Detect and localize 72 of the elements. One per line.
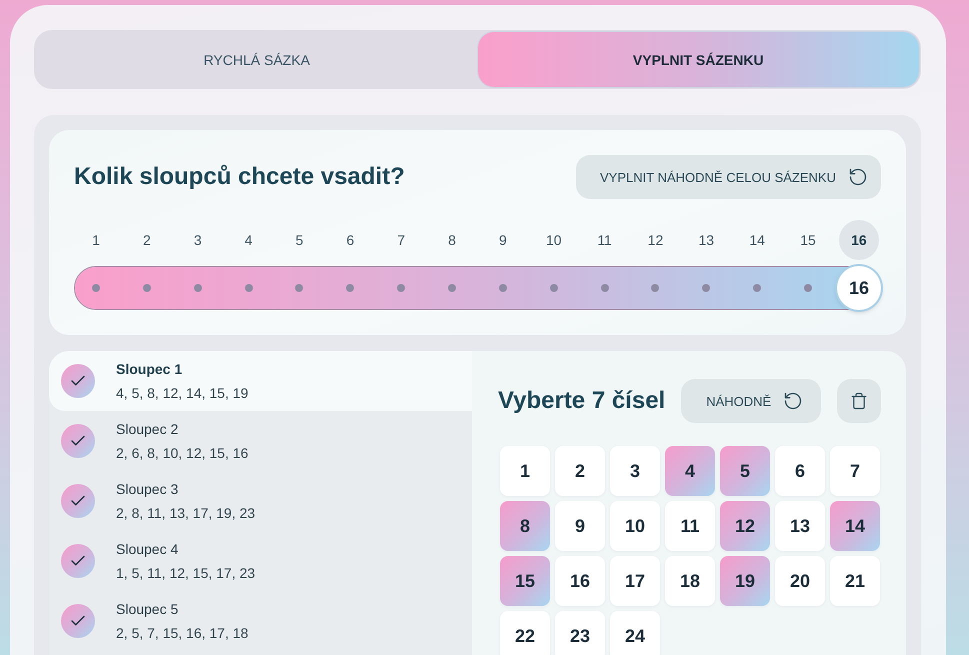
column-count-option[interactable]: 4	[228, 220, 269, 260]
column-title: Sloupec 5	[116, 600, 180, 618]
column-numbers: 4, 5, 8, 12, 14, 15, 19	[116, 384, 248, 402]
column-numbers: 1, 5, 11, 12, 15, 17, 23	[116, 564, 256, 582]
column-list-item[interactable]: Sloupec 3 2, 8, 11, 13, 17, 19, 23	[49, 471, 472, 531]
column-count-option[interactable]: 10	[534, 220, 574, 260]
tab[interactable]: RYCHLÁ SÁZKA	[36, 32, 478, 87]
delete-button[interactable]	[837, 379, 882, 423]
number-tile[interactable]: 20	[775, 556, 825, 606]
number-tile[interactable]: 6	[775, 446, 825, 496]
random-button[interactable]: NÁHODNĚ	[681, 379, 822, 423]
number-tile[interactable]: 15	[500, 556, 550, 606]
column-list-item[interactable]: Sloupec 1 4, 5, 8, 12, 14, 15, 19	[49, 351, 472, 411]
column-count-option[interactable]: 16	[838, 220, 879, 260]
column-count-option[interactable]: 12	[635, 220, 676, 260]
column-count-option[interactable]: 7	[381, 220, 422, 260]
number-tile[interactable]: 8	[500, 501, 550, 551]
number-tile[interactable]: 21	[830, 556, 880, 606]
column-count-option[interactable]: 6	[330, 220, 370, 260]
column-count-option[interactable]: 8	[432, 220, 472, 260]
number-tile[interactable]: 23	[555, 611, 605, 655]
checkbox[interactable]	[61, 544, 95, 578]
column-title: Sloupec 4	[116, 540, 180, 558]
random-fill-button[interactable]: VYPLNIT NÁHODNĚ CELOU SÁZENKU	[576, 155, 881, 199]
number-tile[interactable]: 7	[830, 446, 880, 496]
slider-track[interactable]: 16	[74, 266, 881, 310]
number-tile[interactable]: 19	[720, 556, 770, 606]
circular-arrow-icon	[783, 391, 804, 411]
section-title: Kolik sloupců chcete vsadit?	[74, 163, 405, 191]
section-title: Vyberte 7 čísel	[498, 387, 666, 415]
column-count-option[interactable]: 13	[686, 220, 726, 260]
number-tile[interactable]: 22	[500, 611, 550, 655]
number-tile[interactable]: 3	[610, 446, 660, 496]
column-title: Sloupec 1	[116, 360, 184, 378]
column-numbers: 2, 8, 11, 13, 17, 19, 23	[116, 504, 256, 522]
slider-thumb[interactable]: 16	[837, 266, 881, 310]
number-tile[interactable]: 9	[555, 501, 605, 551]
number-tile[interactable]: 24	[610, 611, 660, 655]
column-title: Sloupec 2	[116, 420, 180, 438]
column-count-option[interactable]: 3	[178, 220, 218, 260]
tab[interactable]: VYPLNIT SÁZENKU	[478, 32, 919, 87]
column-numbers: 2, 6, 8, 10, 12, 15, 16	[116, 444, 248, 462]
number-tile[interactable]: 14	[830, 501, 880, 551]
circular-arrow-icon	[848, 167, 868, 187]
checkbox[interactable]	[61, 364, 95, 398]
column-list-item[interactable]: Sloupec 4 1, 5, 11, 12, 15, 17, 23	[49, 531, 472, 591]
number-tile[interactable]: 17	[610, 556, 660, 606]
number-tile[interactable]: 16	[555, 556, 605, 606]
column-numbers: 2, 5, 7, 15, 16, 17, 18	[116, 624, 248, 642]
column-count-option[interactable]: 9	[482, 220, 523, 260]
column-count-option[interactable]: 2	[126, 220, 167, 260]
column-list-item[interactable]: Sloupec 5 2, 5, 7, 15, 16, 17, 18	[49, 591, 472, 651]
number-tile[interactable]: 2	[555, 446, 605, 496]
column-count-option[interactable]: 5	[279, 220, 320, 260]
number-tile[interactable]: 18	[665, 556, 715, 606]
checkbox[interactable]	[61, 484, 95, 518]
number-tile[interactable]: 13	[775, 501, 825, 551]
column-count-option[interactable]: 1	[76, 220, 116, 260]
number-tile[interactable]: 12	[720, 501, 770, 551]
number-tile[interactable]: 11	[665, 501, 715, 551]
checkbox[interactable]	[61, 424, 95, 458]
column-count-option[interactable]: 15	[788, 220, 828, 260]
column-list-item[interactable]: Sloupec 2 2, 6, 8, 10, 12, 15, 16	[49, 411, 472, 471]
number-tile[interactable]: 10	[610, 501, 660, 551]
number-tile[interactable]: 4	[665, 446, 715, 496]
column-count-option[interactable]: 14	[737, 220, 778, 260]
number-tile[interactable]: 1	[500, 446, 550, 496]
checkbox[interactable]	[61, 604, 95, 638]
column-count-option[interactable]: 11	[584, 220, 625, 260]
trash-icon	[850, 392, 868, 410]
column-title: Sloupec 3	[116, 480, 180, 498]
number-tile[interactable]: 5	[720, 446, 770, 496]
